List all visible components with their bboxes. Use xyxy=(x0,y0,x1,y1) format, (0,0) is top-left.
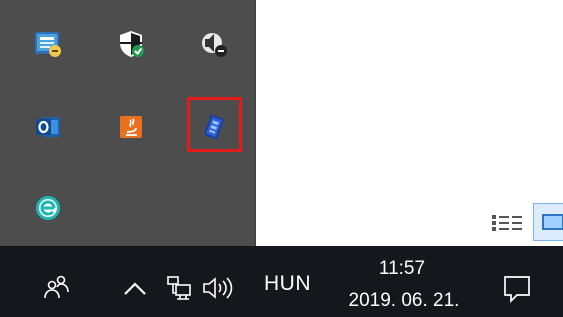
outlook-icon[interactable] xyxy=(30,109,66,145)
tray-overflow-panel xyxy=(0,0,256,246)
clock-time[interactable]: 11:57 xyxy=(369,258,435,280)
clock-date[interactable]: 2019. 06. 21. xyxy=(337,290,471,312)
eset-antivirus-icon[interactable] xyxy=(30,190,66,226)
details-view-button[interactable] xyxy=(489,207,527,239)
taskbar: HUN 11:57 2019. 06. 21. xyxy=(0,246,563,317)
input-language-indicator[interactable]: HUN xyxy=(264,272,311,296)
people-icon[interactable] xyxy=(40,272,76,302)
network-monitor-icon[interactable] xyxy=(30,26,66,62)
java-update-icon[interactable] xyxy=(113,109,149,145)
highlight-box xyxy=(187,97,242,152)
speaker-volume-icon[interactable] xyxy=(196,26,232,62)
volume-icon[interactable] xyxy=(199,272,255,304)
action-center-notification-icon[interactable] xyxy=(497,270,537,306)
show-hidden-icons-chevron-up-icon[interactable] xyxy=(119,274,151,304)
network-icon[interactable] xyxy=(163,272,197,304)
windows-security-icon[interactable] xyxy=(113,26,149,62)
large-icons-view-button[interactable] xyxy=(533,203,563,241)
